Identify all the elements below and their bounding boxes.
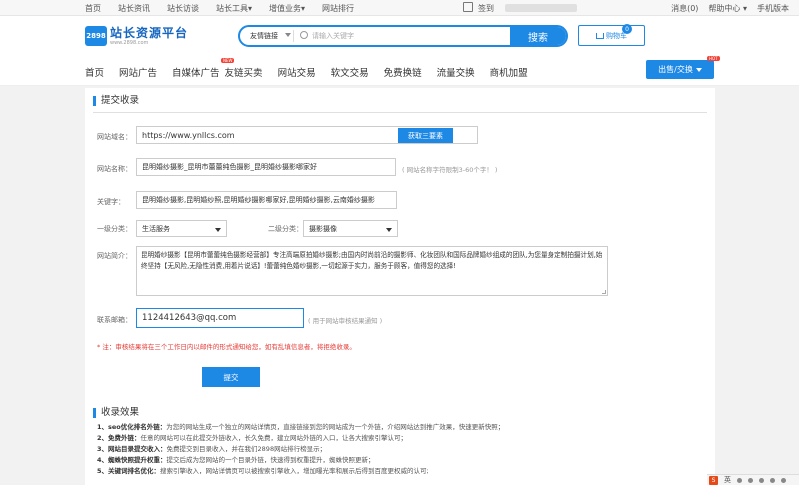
nav-item-franchise[interactable]: 商机加盟 (490, 65, 528, 79)
list-item: 4、蜘蛛快照提升权重：提交后成为您网站的一个目录外链，快速得到权重提升，蜘蛛快照… (97, 456, 375, 464)
cart-icon (596, 32, 604, 39)
chevron-down-icon (695, 67, 702, 72)
intro-label: 网站简介： (97, 252, 132, 260)
intro-textarea[interactable]: 昆明婚纱摄影【昆明市蕾蕾纯色摄影经营部】专注高端原拍婚纱摄影;由国内时尚前沿的摄… (136, 246, 608, 296)
top-link-home[interactable]: 首页 (85, 3, 101, 14)
list-item: 1、seo优化排名外链：为您的网站生成一个独立的网站详情页，直接链接到您的网站成… (97, 423, 505, 431)
search-input[interactable] (312, 28, 502, 44)
top-link-interviews[interactable]: 站长访谈 (167, 3, 199, 14)
top-links: 首页 站长资讯 站长访谈 站长工具▾ 增值业务▾ 网站排行 (85, 3, 354, 14)
emoji-icon[interactable] (748, 477, 753, 483)
top-right-links: 消息(0) 帮助中心 ▾ 手机版本 (671, 3, 789, 14)
email-hint: ( 用于网站审核结果通知 ) (308, 317, 383, 325)
review-notice: * 注：审核结果将在三个工作日内以邮件的形式通知给您，如有乱填信息者，将拒绝收录… (97, 343, 356, 351)
nav-item-media-ads[interactable]: 自媒体广告 (172, 65, 220, 79)
hot-badge: HOT (707, 56, 720, 61)
ime-toolbar: S 英 (707, 474, 799, 485)
logo[interactable]: 2898 站长资源平台 www.2898.com (85, 26, 188, 46)
section-title-submit: 提交收录 (93, 96, 139, 106)
list-item: 3、网站目录提交收入：免费提交到目录收入，并在我们2898网站排行榜显示； (97, 445, 327, 453)
get-tdk-button[interactable]: 获取三要素 (398, 128, 453, 143)
category2-label: 二级分类： (268, 225, 303, 233)
divider (93, 112, 707, 113)
logo-url: www.2898.com (110, 39, 149, 46)
logo-badge: 2898 (85, 26, 107, 46)
category1-label: 一级分类： (97, 225, 132, 233)
punctuation-icon[interactable] (737, 477, 742, 483)
submit-button[interactable]: 提交 (202, 367, 260, 387)
nav-item-home[interactable]: 首页 (85, 65, 104, 79)
nav-item-link-trade[interactable]: 友链买卖 (225, 65, 263, 79)
cart-count-badge: 0 (622, 24, 632, 34)
effects-list: 1、seo优化排名外链：为您的网站生成一个独立的网站详情页，直接链接到您的网站成… (97, 422, 707, 477)
mobile-version-link[interactable]: 手机版本 (757, 3, 789, 14)
username-redacted (505, 4, 577, 12)
ime-lang-toggle[interactable]: 英 (724, 475, 731, 485)
section-title-effects: 收录效果 (93, 408, 139, 418)
site-name-hint: ( 网站名称字符限制3-60个字！ ) (402, 166, 498, 174)
keywords-label: 关键字： (97, 198, 125, 206)
list-item: 5、关键词排名优化：搜索引擎收入，网站详情页可以被搜索引擎收入，增加曝光率和展示… (97, 467, 429, 475)
nav-item-site-ads[interactable]: 网站广告 (119, 65, 157, 79)
category1-select[interactable]: 生活服务 (136, 220, 227, 237)
logo-title: 站长资源平台 (110, 25, 189, 40)
skin-icon[interactable] (781, 477, 786, 483)
category2-select[interactable]: 摄影摄像 (303, 220, 398, 237)
top-bar: 首页 站长资讯 站长访谈 站长工具▾ 增值业务▾ 网站排行 签到 消息(0) 帮… (0, 0, 799, 16)
search-icon (300, 31, 308, 39)
cart-button[interactable]: 购物车 0 (578, 24, 645, 46)
search-category-select[interactable]: 友情链接 (250, 31, 278, 41)
new-badge: NEW (221, 58, 235, 63)
chevron-down-icon (215, 228, 221, 232)
top-link-tools[interactable]: 站长工具▾ (216, 3, 252, 14)
url-label: 网站域名： (97, 133, 132, 141)
signin-link[interactable]: 签到 (478, 3, 494, 14)
resize-handle[interactable] (602, 290, 606, 294)
sell-exchange-button[interactable]: 出售/交换 (646, 60, 714, 79)
email-field[interactable]: 1124412643@qq.com (136, 308, 304, 328)
main-nav: 首页 网站广告 自媒体广告 友链买卖 网站交易 软文交易 免费换链 流量交换 商… (0, 56, 799, 86)
microphone-icon[interactable] (759, 477, 764, 483)
messages-link[interactable]: 消息(0) (671, 3, 698, 14)
top-link-ranking[interactable]: 网站排行 (322, 3, 354, 14)
keywords-field[interactable]: 昆明婚纱摄影,昆明婚纱照,昆明婚纱摄影哪家好,昆明婚纱摄影,云南婚纱摄影 (136, 191, 397, 209)
top-link-news[interactable]: 站长资讯 (118, 3, 150, 14)
chevron-down-icon (285, 33, 291, 37)
nav-item-site-trade[interactable]: 网站交易 (278, 65, 316, 79)
help-center-link[interactable]: 帮助中心 ▾ (708, 3, 747, 14)
ime-logo-icon[interactable]: S (709, 475, 718, 485)
nav-item-traffic-exchange[interactable]: 流量交换 (437, 65, 475, 79)
keyboard-icon[interactable] (770, 477, 775, 483)
site-name-field[interactable]: 昆明婚纱摄影_昆明市蕾蕾纯色摄影_昆明婚纱摄影哪家好 (136, 158, 396, 176)
search-bar: 友情链接 搜索 (238, 25, 568, 47)
header: 2898 站长资源平台 www.2898.com 友情链接 搜索 购物车 0 (0, 16, 799, 56)
name-label: 网站名称： (97, 165, 132, 173)
list-item: 2、免费外链：任意的网站可以在此提交外链收入，长久免费，建立网站外链的入口，让各… (97, 434, 408, 442)
nav-item-free-links[interactable]: 免费换链 (384, 65, 422, 79)
nav-item-article-trade[interactable]: 软文交易 (331, 65, 369, 79)
calendar-icon[interactable] (463, 2, 473, 12)
chevron-down-icon (386, 228, 392, 232)
divider (293, 30, 294, 42)
email-label: 联系邮箱： (97, 316, 132, 324)
top-link-services[interactable]: 增值业务▾ (269, 3, 305, 14)
search-button[interactable]: 搜索 (510, 27, 566, 45)
submission-panel: 提交收录 网站域名： https://www.ynllcs.com 获取三要素 … (85, 88, 715, 485)
